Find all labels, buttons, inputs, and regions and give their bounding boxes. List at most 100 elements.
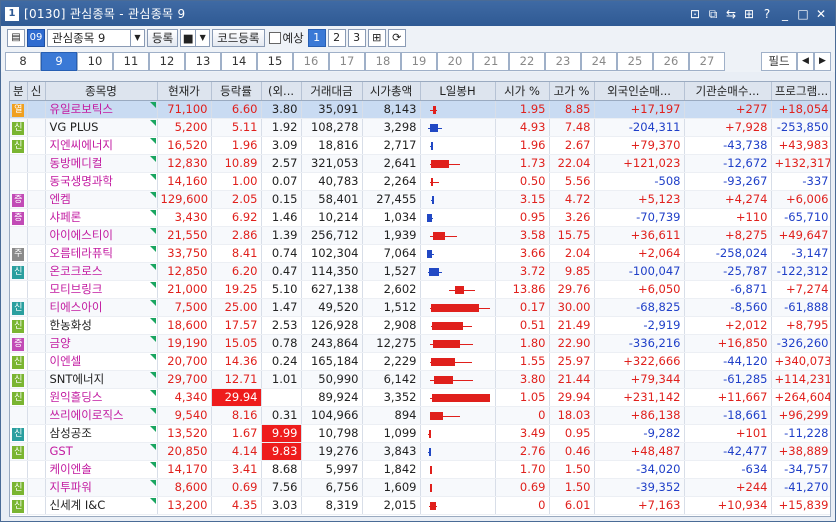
- stock-name[interactable]: 오름테라퓨틱: [45, 244, 158, 263]
- tab-12[interactable]: 12: [149, 51, 185, 71]
- tab-15[interactable]: 15: [257, 51, 293, 71]
- page-button-1[interactable]: 1: [307, 29, 326, 47]
- stock-name[interactable]: 원익홀딩스: [45, 388, 158, 407]
- tab-25[interactable]: 25: [617, 51, 653, 71]
- table-row[interactable]: 신 지엔씨에너지 16,520 1.96 3.09 18,816 2,717 1.96 2.67…: [10, 136, 830, 155]
- stock-name[interactable]: 아이에스티이: [45, 226, 158, 245]
- stock-name[interactable]: 동국생명과학: [45, 172, 158, 191]
- minimize-icon[interactable]: _: [777, 6, 793, 22]
- table-row[interactable]: 동국생명과학 14,160 1.00 0.07 40,783 2,264 0.50 5.56-…: [10, 172, 830, 191]
- table-row[interactable]: 증 샤페론 3,430 6.92 1.46 10,214 1,034 0.95 3.26 -70,…: [10, 208, 830, 227]
- tab-23[interactable]: 23: [545, 51, 581, 71]
- settings-icon[interactable]: ▤: [7, 29, 25, 47]
- code-register-button[interactable]: 코드등록: [212, 29, 265, 47]
- table-row[interactable]: 신 GST 20,850 4.14 9.83 19,276 3,843 2.76 0.46 +48…: [10, 442, 830, 461]
- column-header[interactable]: 외국인순매...: [594, 82, 685, 101]
- column-header[interactable]: 프로그램...: [771, 82, 830, 101]
- table-row[interactable]: 주 오름테라퓨틱 33,750 8.41 0.74 102,304 7,064 3.66 2.0…: [10, 244, 830, 263]
- stock-name[interactable]: 모티브링크: [45, 280, 158, 299]
- column-header[interactable]: 현재가: [157, 82, 212, 101]
- table-row[interactable]: 모티브링크 21,000 19.25 5.10 627,138 2,602 13.86 29.…: [10, 280, 830, 299]
- stock-name[interactable]: 삼성공조: [45, 424, 158, 443]
- stock-name[interactable]: 이엔셀: [45, 352, 158, 371]
- stock-name[interactable]: GST: [45, 442, 158, 461]
- table-row[interactable]: 신 온코크로스 12,850 6.20 0.47 114,350 1,527 3.72 9.85…: [10, 262, 830, 281]
- table-row[interactable]: 신 삼성공조 13,520 1.67 9.99 10,798 1,099 3.49 0.95 -9…: [10, 424, 830, 443]
- stock-name[interactable]: 금양: [45, 334, 158, 353]
- stock-name[interactable]: 지투파워: [45, 478, 158, 497]
- stock-name[interactable]: 쓰리에이로직스: [45, 406, 158, 425]
- refresh-icon[interactable]: ⟳: [387, 29, 406, 47]
- column-header[interactable]: 기관순매수...: [684, 82, 772, 101]
- column-header[interactable]: 분: [10, 82, 28, 101]
- table-row[interactable]: 신 한농화성 18,600 17.57 2.53 126,928 2,908 0.51 21.4…: [10, 316, 830, 335]
- table-row[interactable]: 열 유일로보틱스 71,100 6.60 3.80 35,091 8,143 1.95 8.85…: [10, 100, 830, 119]
- column-header[interactable]: 시가총액: [362, 82, 421, 101]
- tab-21[interactable]: 21: [473, 51, 509, 71]
- tab-22[interactable]: 22: [509, 51, 545, 71]
- stock-name[interactable]: 케이엔솔: [45, 460, 158, 479]
- link-icon[interactable]: ⊡: [687, 6, 703, 22]
- tab-8[interactable]: 8: [5, 51, 41, 71]
- table-row[interactable]: 신 SNT에너지 29,700 12.71 1.01 50,990 6,142 3.80 21.…: [10, 370, 830, 389]
- register-button[interactable]: 등록: [147, 29, 179, 47]
- page-button-3[interactable]: 3: [347, 29, 366, 47]
- tab-27[interactable]: 27: [689, 51, 725, 71]
- table-row[interactable]: 신 원익홀딩스 4,340 29.94 89,924 3,352 1.05 29.94 +231…: [10, 388, 830, 407]
- column-header[interactable]: 거래대금: [301, 82, 363, 101]
- page-button-2[interactable]: 2: [327, 29, 346, 47]
- stock-name[interactable]: VG PLUS: [45, 118, 158, 137]
- tab-16[interactable]: 16: [293, 51, 329, 71]
- arrow-left-icon[interactable]: ◀: [797, 51, 814, 71]
- stock-name[interactable]: 온코크로스: [45, 262, 158, 281]
- column-header[interactable]: (외...: [261, 82, 302, 101]
- group-select[interactable]: 관심종목 9 ▼: [47, 29, 145, 47]
- table-row[interactable]: 동방메디컬 12,830 10.89 2.57 321,053 2,641 1.73 22.0…: [10, 154, 830, 173]
- stock-name[interactable]: 지엔씨에너지: [45, 136, 158, 155]
- tab-14[interactable]: 14: [221, 51, 257, 71]
- stock-name[interactable]: 샤페론: [45, 208, 158, 227]
- maximize-icon[interactable]: □: [795, 6, 811, 22]
- table-row[interactable]: 증 금양 19,190 15.05 0.78 243,864 12,275 1.80 22.90…: [10, 334, 830, 353]
- table-row[interactable]: 증 엔켐 129,600 2.05 0.15 58,401 27,455 3.15 4.72 +5…: [10, 190, 830, 209]
- table-row[interactable]: 신 신세계 I&C 13,200 4.35 3.03 8,319 2,015 0 6.01 +7,…: [10, 496, 830, 515]
- column-header[interactable]: 종목명: [45, 82, 158, 101]
- expected-checkbox[interactable]: 예상: [268, 30, 304, 46]
- stock-name[interactable]: SNT에너지: [45, 370, 158, 389]
- table-row[interactable]: 케이엔솔 14,170 3.41 8.68 5,997 1,842 1.70 1.50 -34,…: [10, 460, 830, 479]
- arrow-right-icon[interactable]: ▶: [814, 51, 831, 71]
- swap-icon[interactable]: ⇆: [723, 6, 739, 22]
- table-row[interactable]: 쓰리에이로직스 9,540 8.16 0.31 104,966 894 0 18.03 +86,…: [10, 406, 830, 425]
- table-row[interactable]: 신 VG PLUS 5,200 5.11 1.92 108,278 3,298 4.93 7.4…: [10, 118, 830, 137]
- tab-17[interactable]: 17: [329, 51, 365, 71]
- stock-name[interactable]: 신세계 I&C: [45, 496, 158, 515]
- tab-26[interactable]: 26: [653, 51, 689, 71]
- stock-name[interactable]: 동방메디컬: [45, 154, 158, 173]
- table-row[interactable]: 신 이엔셀 20,700 14.36 0.24 165,184 2,229 1.55 25.97…: [10, 352, 830, 371]
- grid-icon[interactable]: ⊞: [741, 6, 757, 22]
- stock-name[interactable]: 티에스아이: [45, 298, 158, 317]
- tab-19[interactable]: 19: [401, 51, 437, 71]
- stock-name[interactable]: 엔켐: [45, 190, 158, 209]
- copy-window-icon[interactable]: ⧉: [705, 6, 721, 22]
- tab-13[interactable]: 13: [185, 51, 221, 71]
- table-row[interactable]: 아이에스티이 21,550 2.86 1.39 256,712 1,939 3.58 15.7…: [10, 226, 830, 245]
- column-header[interactable]: L일봉H: [420, 82, 496, 101]
- column-header[interactable]: 고가 %: [549, 82, 595, 101]
- help-icon[interactable]: ?: [759, 6, 775, 22]
- checkbox-box[interactable]: [268, 32, 281, 44]
- tab-24[interactable]: 24: [581, 51, 617, 71]
- tab-11[interactable]: 11: [113, 51, 149, 71]
- field-button[interactable]: 필드: [761, 51, 797, 71]
- close-icon[interactable]: ✕: [813, 6, 829, 22]
- column-header[interactable]: 신: [27, 82, 46, 101]
- tab-18[interactable]: 18: [365, 51, 401, 71]
- export-icon[interactable]: ⊞: [367, 29, 386, 47]
- tab-10[interactable]: 10: [77, 51, 113, 71]
- color-select[interactable]: ■ ▼: [180, 29, 211, 47]
- tab-20[interactable]: 20: [437, 51, 473, 71]
- table-row[interactable]: 신 지투파워 8,600 0.69 7.56 6,756 1,609 0.69 1.50 -39,…: [10, 478, 830, 497]
- column-header[interactable]: 시가 %: [495, 82, 550, 101]
- tab-9[interactable]: 9: [41, 51, 77, 71]
- stock-name[interactable]: 한농화성: [45, 316, 158, 335]
